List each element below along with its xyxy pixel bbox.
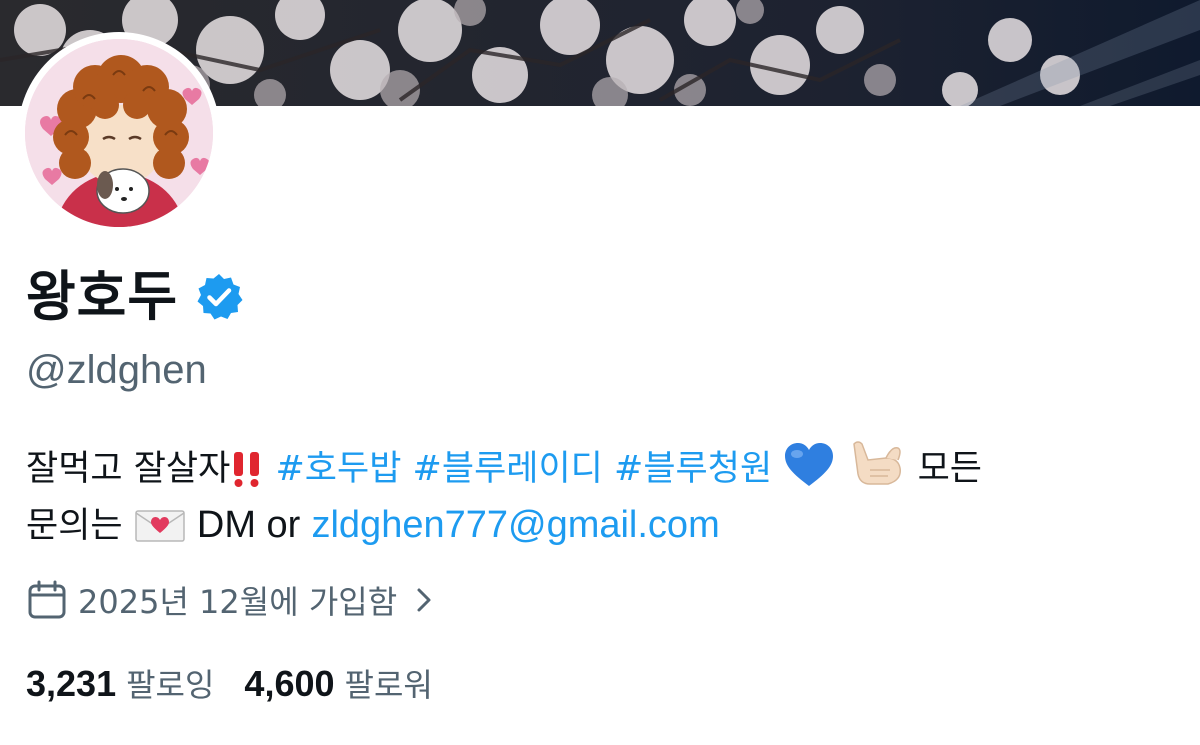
call-me-hand-icon <box>846 438 906 488</box>
following-label: 팔로잉 <box>126 666 215 704</box>
hashtag-link[interactable]: #블루레이디 <box>413 449 603 489</box>
bio-text: 모든 <box>917 449 982 489</box>
joined-date[interactable]: 2025년 12월에 가입함 <box>26 578 437 622</box>
joined-text: 2025년 12월에 가입함 <box>78 583 398 621</box>
followers-link[interactable]: 4,600 팔로워 <box>244 660 432 706</box>
verified-badge-icon[interactable] <box>194 272 244 322</box>
bio-text: 문의는 <box>26 506 123 546</box>
display-name: 왕호두 <box>26 265 179 328</box>
follow-counts: 3,231 팔로잉 4,600 팔로워 <box>26 658 463 708</box>
followers-count: 4,600 <box>244 663 335 704</box>
love-letter-icon <box>134 505 186 545</box>
following-link[interactable]: 3,231 팔로잉 <box>26 660 214 706</box>
email-link[interactable]: zldghen777@gmail.com <box>311 504 719 546</box>
followers-label: 팔로워 <box>344 666 433 704</box>
calendar-icon <box>26 579 68 621</box>
double-exclamation-icon <box>230 448 264 488</box>
following-count: 3,231 <box>26 663 117 704</box>
blue-heart-icon <box>783 442 835 488</box>
avatar-image <box>25 39 213 227</box>
profile-handle: @zldghen <box>26 348 207 392</box>
profile-avatar[interactable] <box>18 32 220 234</box>
chevron-right-icon <box>411 585 437 615</box>
hashtag-link[interactable]: #호두밥 <box>275 449 401 489</box>
bio-text: 잘먹고 잘살자 <box>26 449 231 489</box>
hashtag-link[interactable]: #블루청원 <box>614 449 772 489</box>
bio-text: DM or <box>196 504 301 546</box>
profile-bio: 잘먹고 잘살자 #호두밥 #블루레이디 #블루청원 모든 문의는 DM or z… <box>26 438 1176 554</box>
profile-name-row: 왕호두 <box>26 262 244 332</box>
